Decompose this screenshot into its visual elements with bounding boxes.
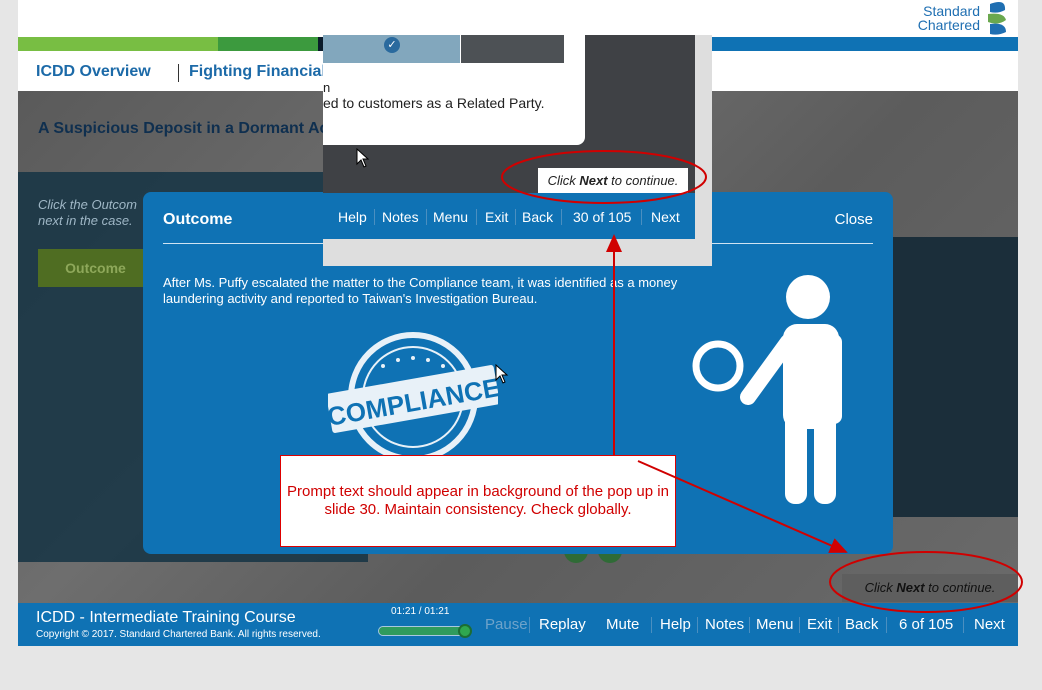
player-control-bar: ICDD - Intermediate Training Course Copy…: [18, 603, 1018, 646]
compliance-stamp-image: COMPLIANCE: [328, 332, 498, 462]
mouse-cursor-icon: [356, 148, 370, 168]
nav-divider: [178, 64, 179, 82]
progress-handle[interactable]: [458, 624, 472, 638]
nav-icdd-overview[interactable]: ICDD Overview: [36, 63, 151, 81]
nav-separator: [374, 209, 375, 225]
slide30-help-button[interactable]: Help: [338, 209, 367, 225]
mute-button[interactable]: Mute: [606, 616, 639, 633]
course-title: ICDD - Intermediate Training Course: [36, 609, 296, 626]
review-comment-box: Prompt text should appear in background …: [280, 455, 676, 547]
notes-button[interactable]: Notes: [705, 616, 744, 633]
nav-separator: [515, 209, 516, 225]
review-comment-text: Prompt text should appear in background …: [287, 483, 669, 518]
continue-prompt: Click Next to continue.: [842, 574, 1018, 602]
nav-separator: [426, 209, 427, 225]
slide30-menu-button[interactable]: Menu: [433, 209, 468, 225]
nav-separator: [476, 209, 477, 225]
replay-button[interactable]: Replay: [539, 616, 586, 633]
slide30-page-counter: 30 of 105: [573, 209, 632, 225]
top-header: Standard Chartered: [18, 0, 1018, 38]
nav-separator: [697, 617, 698, 633]
copyright-text: Copyright © 2017. Standard Chartered Ban…: [36, 629, 321, 640]
exit-button[interactable]: Exit: [807, 616, 832, 633]
slide30-nav-bar: Help Notes Menu Exit Back 30 of 105 Next: [323, 193, 695, 239]
page-background: [0, 646, 1042, 690]
nav-separator: [641, 209, 642, 225]
nav-separator: [886, 617, 887, 633]
nav-fighting-financial-crime[interactable]: Fighting Financial C: [189, 63, 342, 81]
logo-line-1: Standard: [923, 3, 980, 19]
next-button[interactable]: Next: [974, 616, 1005, 633]
progress-fill: [379, 627, 469, 635]
close-button[interactable]: Close: [835, 211, 873, 228]
pause-button[interactable]: Pause: [485, 616, 528, 633]
nav-separator: [561, 209, 562, 225]
slide30-reference-screenshot: ✓ n ed to customers as a Related Party. …: [323, 35, 712, 266]
back-button[interactable]: Back: [845, 616, 878, 633]
nav-separator: [651, 617, 652, 633]
nav-separator: [963, 617, 964, 633]
slide30-tab: [461, 35, 564, 63]
slide30-text-fragment: n: [323, 80, 331, 95]
mouse-cursor-icon: [495, 364, 509, 384]
brand-logo-icon: [988, 2, 1006, 35]
page-counter: 6 of 105: [899, 616, 954, 633]
slide-instruction: Click the Outcom next in the case.: [38, 197, 137, 228]
nav-separator: [799, 617, 800, 633]
slide-side-panel: [878, 237, 1018, 517]
slide30-tab-selected: ✓: [323, 35, 460, 63]
outcome-button[interactable]: Outcome: [38, 249, 153, 287]
slide-title: A Suspicious Deposit in a Dormant Ac: [38, 120, 329, 137]
modal-body-text: After Ms. Puffy escalated the matter to …: [163, 275, 678, 306]
brand-logo-text: Standard Chartered: [918, 4, 980, 32]
modal-title: Outcome: [163, 211, 233, 228]
nav-separator: [749, 617, 750, 633]
nav-separator: [529, 617, 530, 633]
nav-separator: [838, 617, 839, 633]
slide30-notes-button[interactable]: Notes: [382, 209, 419, 225]
slide30-exit-button[interactable]: Exit: [485, 209, 508, 225]
slide30-text: ed to customers as a Related Party.: [323, 95, 545, 111]
screen: Standard Chartered ICDD Overview Fightin…: [0, 0, 1042, 690]
playback-timer: 01:21 / 01:21: [391, 606, 450, 617]
help-button[interactable]: Help: [660, 616, 691, 633]
slide30-popup: ✓ n ed to customers as a Related Party.: [323, 35, 585, 145]
slide30-continue-prompt: Click Next to continue.: [538, 168, 688, 194]
playback-progress-bar[interactable]: [378, 624, 472, 638]
menu-button[interactable]: Menu: [756, 616, 794, 633]
check-icon: ✓: [384, 37, 400, 53]
investigator-icon: [692, 275, 842, 504]
logo-line-2: Chartered: [917, 17, 980, 33]
slide30-next-button[interactable]: Next: [651, 209, 680, 225]
slide30-back-button[interactable]: Back: [522, 209, 553, 225]
